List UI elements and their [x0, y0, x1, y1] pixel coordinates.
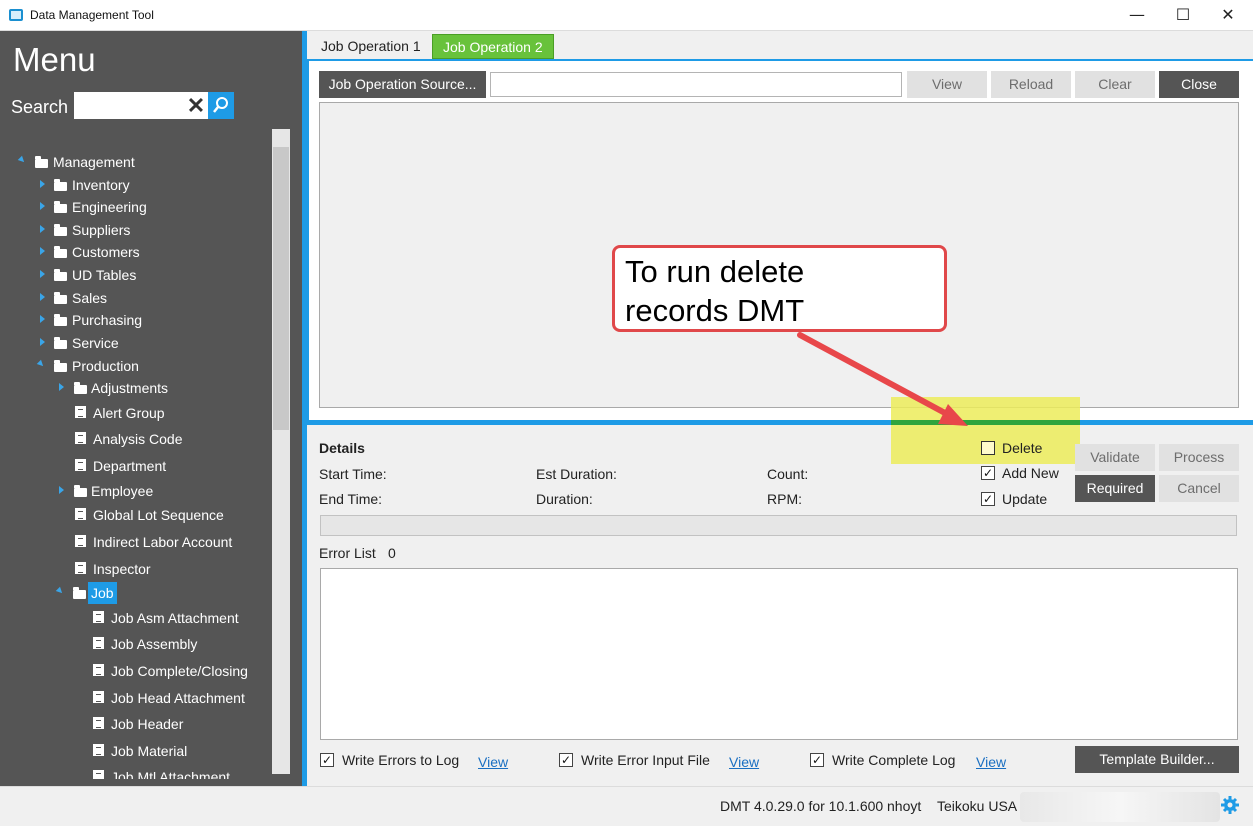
annotation-arrow: [797, 332, 968, 426]
annotation-callout: To run delete records DMT: [612, 245, 947, 332]
